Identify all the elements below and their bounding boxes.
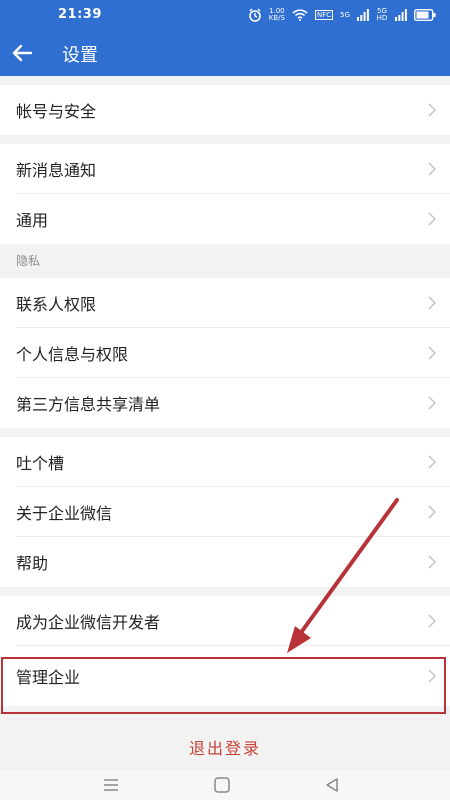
chevron-right-icon [428, 103, 436, 117]
personal-info-permissions-item[interactable]: 个人信息与权限 [0, 328, 450, 378]
chevron-right-icon [428, 346, 436, 360]
section-spacer [0, 76, 450, 85]
item-label: 成为企业微信开发者 [16, 613, 161, 632]
new-message-notification-item[interactable]: 新消息通知 [0, 144, 450, 194]
status-icons: 1.00 KB/S NFC 5G 5G HD [248, 6, 436, 24]
app-bar: 设置 [0, 30, 450, 76]
signal-icon [357, 9, 369, 21]
chevron-right-icon [428, 555, 436, 569]
menu-icon[interactable] [102, 776, 120, 794]
back-arrow-icon[interactable] [10, 41, 34, 65]
home-icon[interactable] [213, 776, 231, 794]
back-icon[interactable] [323, 776, 341, 794]
signal-icon [395, 9, 407, 21]
chevron-right-icon [428, 212, 436, 226]
status-time: 21:39 [58, 7, 102, 22]
chevron-right-icon [428, 614, 436, 628]
system-nav-bar [0, 770, 450, 800]
section-spacer [0, 428, 450, 437]
status-bar: 21:39 1.00 KB/S NFC 5G 5G HD [0, 0, 450, 30]
contact-permissions-item[interactable]: 联系人权限 [0, 278, 450, 328]
item-label: 新消息通知 [16, 161, 97, 180]
chevron-right-icon [428, 669, 436, 683]
section-spacer [0, 135, 450, 144]
chevron-right-icon [428, 296, 436, 310]
logout-area: 退出登录 [0, 725, 450, 770]
chevron-right-icon [428, 162, 436, 176]
network-speed: 1.00 KB/S [269, 8, 285, 22]
item-label: 帮助 [16, 554, 49, 573]
chevron-right-icon [428, 505, 436, 519]
chevron-right-icon [428, 455, 436, 469]
speed-unit: KB/S [268, 14, 285, 22]
wifi-icon [292, 9, 308, 21]
item-label: 关于企业微信 [16, 504, 113, 523]
item-label: 联系人权限 [16, 295, 97, 314]
sim2-label: 5G HD [376, 7, 388, 22]
privacy-section-header: 隐私 [0, 244, 450, 278]
help-item[interactable]: 帮助 [0, 537, 450, 587]
page-title: 设置 [62, 45, 98, 66]
section-spacer [0, 587, 450, 596]
third-party-sharing-list-item[interactable]: 第三方信息共享清单 [0, 378, 450, 428]
item-label: 帐号与安全 [16, 102, 97, 121]
manage-enterprise-item[interactable]: 管理企业 [0, 646, 450, 706]
alarm-icon [248, 8, 261, 22]
general-item[interactable]: 通用 [0, 194, 450, 244]
item-label: 管理企业 [16, 668, 81, 687]
item-label: 个人信息与权限 [16, 345, 129, 364]
item-label: 通用 [16, 211, 49, 230]
item-label: 第三方信息共享清单 [16, 395, 161, 414]
sim1-label: 5G [340, 10, 350, 19]
about-item[interactable]: 关于企业微信 [0, 487, 450, 537]
become-developer-item[interactable]: 成为企业微信开发者 [0, 596, 450, 646]
battery-icon [414, 9, 436, 21]
account-security-item[interactable]: 帐号与安全 [0, 85, 450, 135]
nfc-icon: NFC [314, 10, 334, 20]
settings-list: 帐号与安全 新消息通知 通用 隐私 联系人权限 个人信息与权限 第三方信息共享清… [0, 76, 450, 706]
logout-button[interactable]: 退出登录 [0, 735, 450, 759]
chevron-right-icon [428, 396, 436, 410]
feedback-item[interactable]: 吐个槽 [0, 437, 450, 487]
item-label: 吐个槽 [16, 454, 65, 473]
